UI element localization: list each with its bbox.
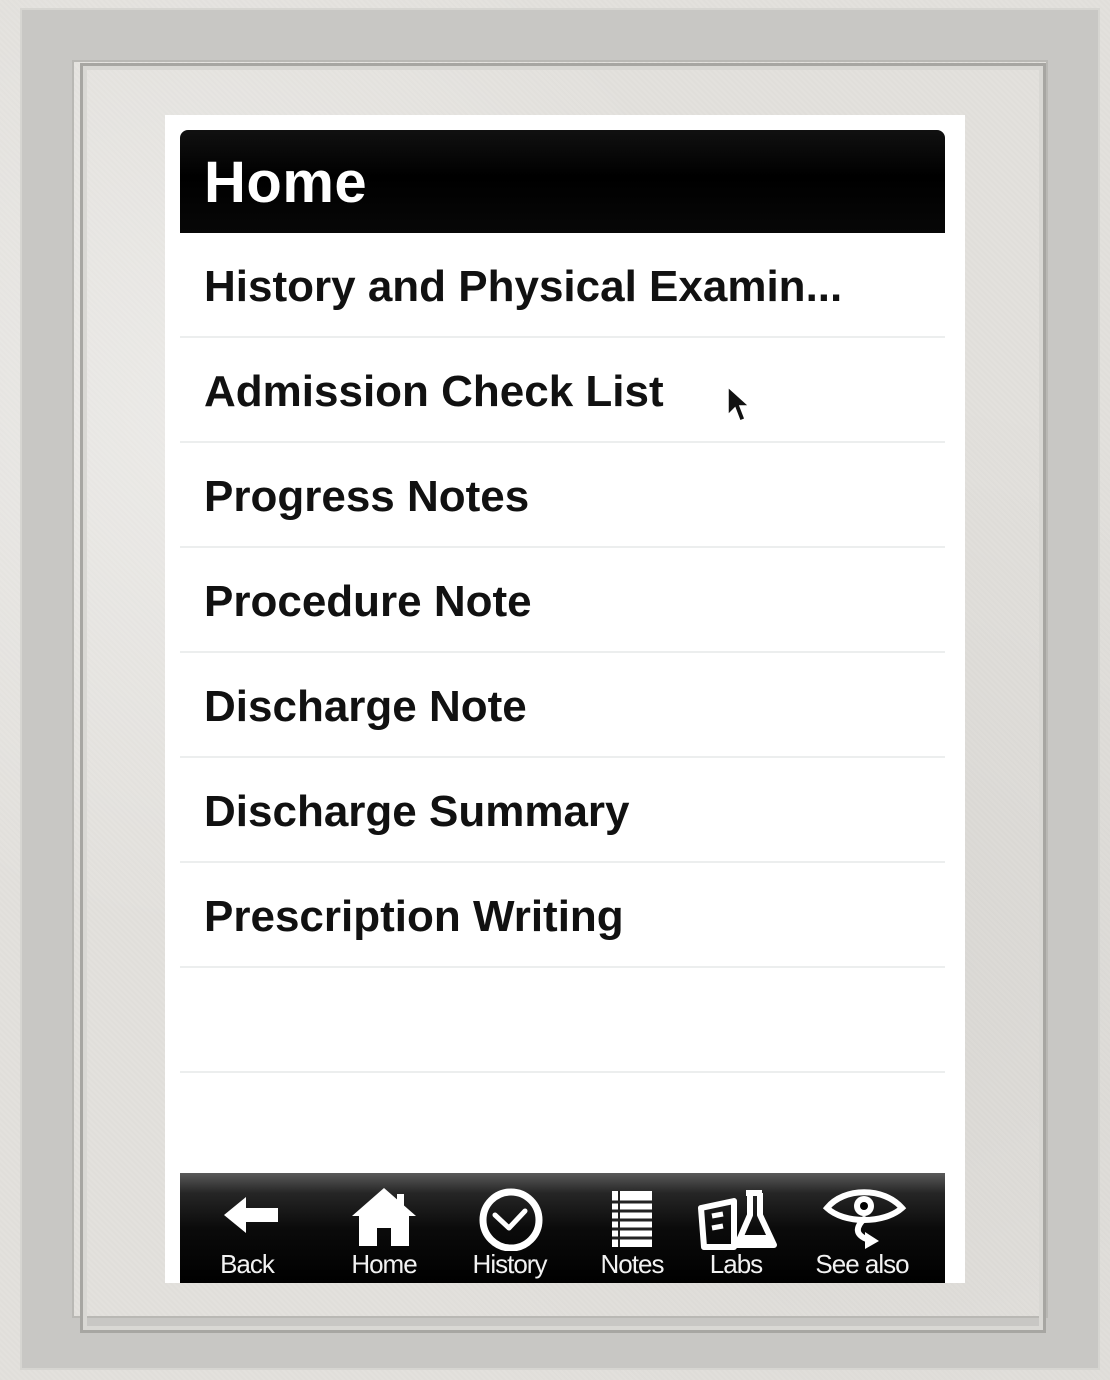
- menu-item-admission-check-list[interactable]: Admission Check List: [180, 338, 945, 443]
- page-title: Home: [204, 150, 368, 215]
- tab-history[interactable]: History: [447, 1173, 572, 1283]
- menu-item-label: Procedure Note: [204, 577, 532, 626]
- menu-item-label: Admission Check List: [204, 367, 664, 416]
- tab-label: Labs: [709, 1249, 763, 1279]
- tab-home[interactable]: Home: [325, 1173, 443, 1283]
- tab-notes[interactable]: Notes: [573, 1173, 691, 1283]
- menu-item-discharge-summary[interactable]: Discharge Summary: [180, 758, 945, 863]
- menu-item-label: Discharge Summary: [204, 787, 630, 836]
- menu-item-label: Discharge Note: [204, 682, 527, 731]
- menu-item-discharge-note[interactable]: Discharge Note: [180, 653, 945, 758]
- menu-item-label: Prescription Writing: [204, 892, 624, 941]
- labs-flask-icon: [698, 1190, 777, 1250]
- clock-icon: [479, 1188, 543, 1251]
- menu-item-empty: [180, 1073, 945, 1173]
- tab-see-also[interactable]: See also: [792, 1173, 932, 1283]
- menu-item-label: Progress Notes: [204, 472, 530, 521]
- menu-list: History and Physical Examin... Admission…: [180, 233, 945, 1173]
- notes-icon: [612, 1191, 652, 1247]
- tab-label: Home: [351, 1249, 417, 1279]
- menu-item-label: History and Physical Examin...: [204, 262, 843, 311]
- tab-label: See also: [815, 1249, 909, 1279]
- eye-icon: [822, 1189, 907, 1249]
- home-icon: [352, 1188, 416, 1246]
- mouse-cursor-icon: [727, 385, 751, 422]
- app-screen: Home History and Physical Examin... Admi…: [180, 130, 945, 1283]
- tab-label: Notes: [600, 1249, 665, 1279]
- tab-labs[interactable]: Labs: [677, 1173, 795, 1283]
- menu-item-procedure-note[interactable]: Procedure Note: [180, 548, 945, 653]
- menu-item-history-physical[interactable]: History and Physical Examin...: [180, 233, 945, 338]
- bottom-tab-bar: Back Home History Notes Labs See also: [180, 1173, 945, 1283]
- back-arrow-icon: [224, 1197, 278, 1233]
- title-bar: Home: [180, 130, 945, 233]
- menu-item-empty: [180, 968, 945, 1073]
- menu-item-prescription-writing[interactable]: Prescription Writing: [180, 863, 945, 968]
- menu-item-progress-notes[interactable]: Progress Notes: [180, 443, 945, 548]
- tab-label: History: [472, 1249, 548, 1279]
- phone-screenshot: Home History and Physical Examin... Admi…: [165, 115, 965, 1283]
- tab-label: Back: [220, 1249, 275, 1279]
- tab-back[interactable]: Back: [188, 1173, 306, 1283]
